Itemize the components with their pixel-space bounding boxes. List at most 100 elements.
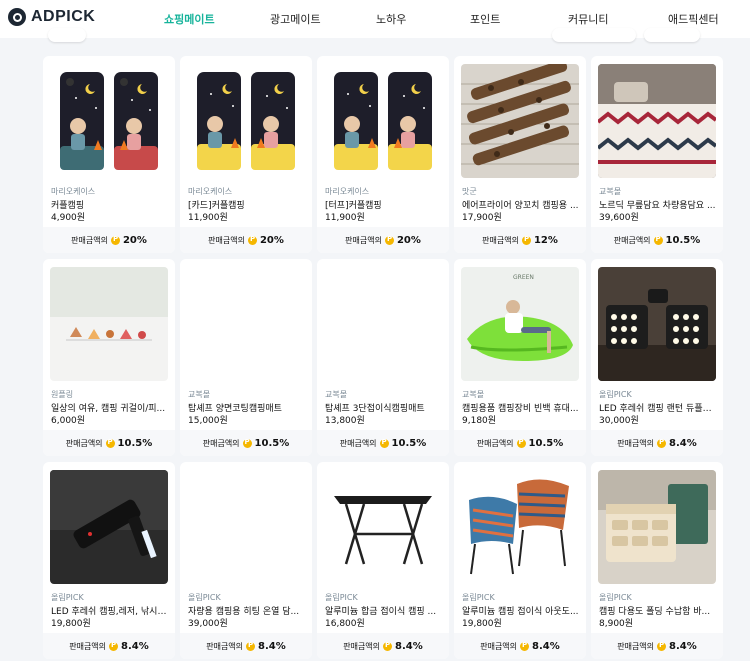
air-sofa-icon: GREEN — [461, 267, 579, 381]
commission-rate: 8.4% — [669, 437, 697, 449]
commission-row: 판매금액의 20% — [180, 227, 312, 253]
commission-row: 판매금액의 8.4% — [591, 430, 723, 456]
commission-rate: 10.5% — [528, 437, 564, 449]
commission-label: 판매금액의 — [69, 641, 107, 651]
nav-point[interactable]: 포인트 — [470, 11, 500, 27]
product-price: 39,600원 — [599, 213, 639, 223]
product-card[interactable]: 마리오케이스 [터프]커플캠핑 11,900원 판매금액의 20% — [317, 56, 449, 253]
nordic-blanket-icon — [598, 64, 716, 178]
commission-label: 판매금액의 — [65, 438, 103, 448]
folding-storage-box-icon — [598, 470, 716, 584]
point-coin-icon — [242, 438, 252, 448]
product-card[interactable]: 올림PICK LED 후레쉬 캠핑,레저, 낚시용... 19,800원 판매금… — [43, 462, 175, 659]
commission-label: 판매금액의 — [480, 641, 518, 651]
point-coin-icon — [521, 235, 531, 245]
product-card[interactable]: 교복몰 탑셰프 3단접이식캠핑매트 13,800원 판매금액의 10.5% — [317, 259, 449, 456]
commission-label: 판매금액의 — [343, 641, 381, 651]
commission-label: 판매금액의 — [206, 641, 244, 651]
commission-row: 판매금액의 12% — [454, 227, 586, 253]
product-card[interactable]: 교복몰 노르딕 무릎담요 차량용담요 ... 39,600원 판매금액의 10.… — [591, 56, 723, 253]
commission-label: 판매금액의 — [208, 235, 245, 245]
view-dropdown[interactable] — [644, 28, 700, 42]
product-price: 17,900원 — [462, 213, 502, 223]
commission-label: 판매금액의 — [476, 438, 514, 448]
commission-label: 판매금액의 — [613, 235, 651, 245]
product-card[interactable]: 올림PICK 자량용 캠핑용 히팅 온열 담... 39,000원 판매금액의 … — [180, 462, 312, 659]
folding-table-icon — [324, 470, 442, 584]
led-lantern-icon — [598, 267, 716, 381]
product-price: 8,900원 — [599, 619, 634, 629]
commission-rate: 8.4% — [395, 640, 423, 652]
commission-label: 판매금액의 — [617, 641, 655, 651]
nav-ad-mate[interactable]: 광고메이트 — [270, 11, 321, 27]
commission-rate: 8.4% — [121, 640, 149, 652]
product-category: 맛군 — [462, 187, 477, 196]
commission-rate: 10.5% — [254, 437, 290, 449]
point-coin-icon — [520, 641, 530, 651]
product-card[interactable]: 마리오케이스 [카드]커플캠핑 11,900원 판매금액의 20% — [180, 56, 312, 253]
point-coin-icon — [379, 438, 389, 448]
commission-rate: 20% — [259, 234, 284, 246]
commission-row: 판매금액의 20% — [317, 227, 449, 253]
product-price: 9,180원 — [462, 416, 497, 426]
point-coin-icon — [110, 235, 120, 245]
nav-shopping-mate[interactable]: 쇼핑메이트 — [164, 11, 215, 27]
point-coin-icon — [247, 235, 257, 245]
commission-row: 판매금액의 10.5% — [317, 430, 449, 456]
blank-image — [324, 267, 442, 381]
phone-case-couple-yellow-icon — [324, 64, 442, 178]
commission-rate: 8.4% — [258, 640, 286, 652]
product-price: 19,800원 — [462, 619, 502, 629]
product-card[interactable]: 올림PICK LED 후레쉬 캠핑 랜턴 듀플렉스 30,000원 판매금액의 … — [591, 259, 723, 456]
product-price: 11,900원 — [188, 213, 228, 223]
nav-knowhow[interactable]: 노하우 — [376, 11, 406, 27]
product-category: 교복몰 — [462, 390, 485, 399]
blank-image — [187, 470, 305, 584]
commission-row: 판매금액의 10.5% — [454, 430, 586, 456]
product-price: 4,900원 — [51, 213, 86, 223]
product-card[interactable]: 교복몰 탑셰프 양면코팅캠핑매트 15,000원 판매금액의 10.5% — [180, 259, 312, 456]
product-category: 올림PICK — [188, 593, 221, 602]
sort-dropdown[interactable] — [552, 28, 636, 42]
main-nav: 쇼핑메이트 광고메이트 노하우 포인트 커뮤니티 애드픽센터 — [0, 0, 750, 38]
commission-row: 판매금액의 10.5% — [591, 227, 723, 253]
product-category: 올림PICK — [599, 390, 632, 399]
product-category: 원플링 — [51, 390, 74, 399]
commission-label: 판매금액의 — [71, 235, 108, 245]
product-category: 교복몰 — [599, 187, 622, 196]
product-category: 교복몰 — [188, 390, 211, 399]
commission-label: 판매금액의 — [202, 438, 240, 448]
point-coin-icon — [383, 641, 393, 651]
point-coin-icon — [657, 641, 667, 651]
product-price: 30,000원 — [599, 416, 639, 426]
point-coin-icon — [653, 235, 663, 245]
product-card[interactable]: 올림PICK 알루미늄 합금 접이식 캠핑 ... 16,800원 판매금액의 … — [317, 462, 449, 659]
phone-case-couple-night-icon — [50, 64, 168, 178]
point-coin-icon — [246, 641, 256, 651]
commission-row: 판매금액의 8.4% — [591, 633, 723, 659]
product-card[interactable]: 올림PICK 캠핑 다용도 폴딩 수납함 바... 8,900원 판매금액의 8… — [591, 462, 723, 659]
commission-row: 판매금액의 8.4% — [180, 633, 312, 659]
commission-row: 판매금액의 8.4% — [454, 633, 586, 659]
filter-chip-left[interactable] — [48, 28, 86, 42]
product-card[interactable]: 맛군 에어프라이어 양꼬치 캠핑용 ... 17,900원 판매금액의 12% — [454, 56, 586, 253]
product-card[interactable]: 마리오케이스 커플캠핑 4,900원 판매금액의 20% — [43, 56, 175, 253]
phone-case-couple-yellow-icon — [187, 64, 305, 178]
nav-community[interactable]: 커뮤니티 — [568, 11, 608, 27]
product-price: 19,800원 — [51, 619, 91, 629]
product-card[interactable]: GREEN 교복몰 캠핑용품 캠핑장비 빈백 휴대... 9,180원 판매금액… — [454, 259, 586, 456]
point-coin-icon — [516, 438, 526, 448]
product-price: 39,000원 — [188, 619, 228, 629]
product-card[interactable]: 원플링 일상의 여유, 캠핑 귀걸이/피... 6,000원 판매금액의 10.… — [43, 259, 175, 456]
product-category: 마리오케이스 — [51, 187, 96, 196]
lamb-skewers-icon — [461, 64, 579, 178]
nav-adpick-center[interactable]: 애드픽센터 — [668, 11, 719, 27]
commission-rate: 20% — [396, 234, 421, 246]
product-card[interactable]: 올림PICK 알루미늄 캠핑 접이식 아웃도... 19,800원 판매금액의 … — [454, 462, 586, 659]
product-price: 15,000원 — [188, 416, 228, 426]
point-coin-icon — [657, 438, 667, 448]
product-price: 6,000원 — [51, 416, 86, 426]
commission-rate: 20% — [122, 234, 147, 246]
commission-row: 판매금액의 10.5% — [180, 430, 312, 456]
top-navigation-bar: ADPICK 쇼핑메이트 광고메이트 노하우 포인트 커뮤니티 애드픽센터 — [0, 0, 750, 38]
